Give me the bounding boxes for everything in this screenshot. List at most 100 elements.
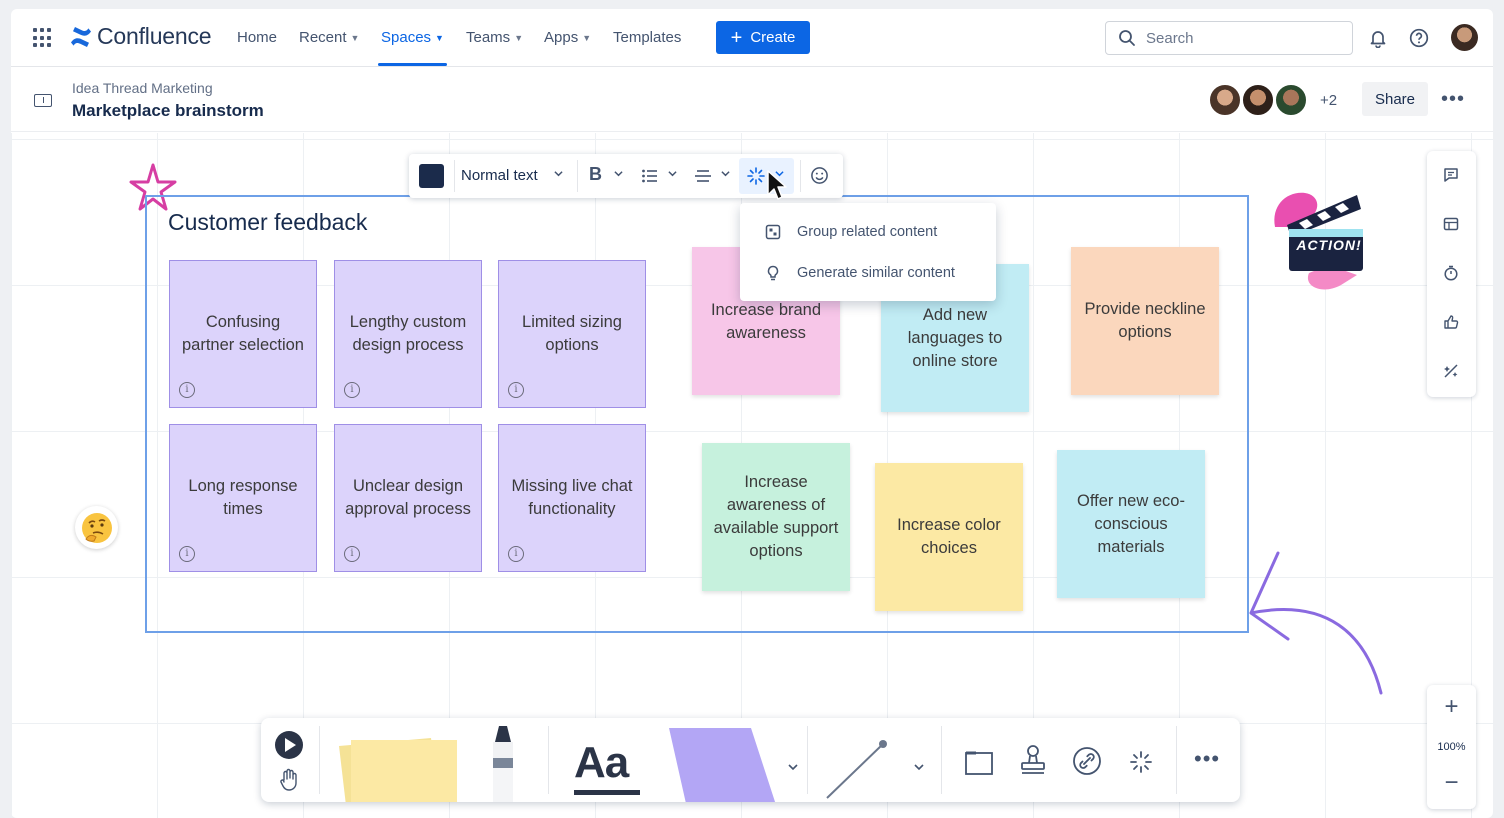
nav-label: Spaces [381, 29, 432, 46]
sticky-note[interactable]: Unclear design approval process i [334, 424, 482, 572]
timer-icon[interactable] [1441, 263, 1461, 283]
text-tool-underline [574, 790, 640, 795]
confluence-logo-icon [71, 26, 91, 47]
thinking-emoji-icon[interactable] [75, 506, 118, 549]
toolbar-divider [319, 726, 320, 794]
chevron-down-icon[interactable] [721, 169, 730, 178]
ai-actions-menu: Group related content Generate similar c… [740, 203, 996, 301]
profile-avatar[interactable] [1451, 24, 1478, 51]
zoom-level[interactable]: 100% [1427, 741, 1476, 753]
hand-pan-icon[interactable] [278, 768, 300, 792]
vote-icon[interactable] [1441, 312, 1461, 332]
chevron-down-icon: ▼ [514, 32, 524, 43]
share-button[interactable]: Share [1362, 82, 1428, 116]
nav-recent[interactable]: Recent ▼ [299, 29, 359, 46]
confluence-logo[interactable]: Confluence [69, 23, 212, 50]
top-navigation: Confluence Home Recent ▼ Spaces ▼ Teams ▼ A… [11, 9, 1493, 67]
create-button[interactable]: + Create [716, 21, 810, 54]
info-icon[interactable]: i [179, 546, 195, 562]
comment-icon[interactable] [1441, 165, 1461, 185]
sticky-text: Provide neckline options [1084, 300, 1206, 341]
search-placeholder: Search [1146, 29, 1194, 47]
collaborator-avatar[interactable] [1240, 82, 1276, 118]
info-icon[interactable]: i [508, 546, 524, 562]
nav-templates[interactable]: Templates [613, 29, 681, 46]
arrow-drawing-icon[interactable] [1226, 543, 1396, 703]
info-icon[interactable]: i [179, 382, 195, 398]
breadcrumb-space[interactable]: Idea Thread Marketing [72, 80, 213, 96]
more-tools-icon[interactable]: ••• [1194, 746, 1220, 772]
collaborator-count[interactable]: +2 [1320, 92, 1337, 109]
ai-tool-icon[interactable] [1441, 361, 1461, 381]
connector-line-tool-icon[interactable] [817, 734, 893, 802]
collaborator-avatar[interactable] [1273, 82, 1309, 118]
frame-tool-icon[interactable] [964, 748, 994, 776]
lightbulb-icon [767, 265, 779, 281]
sticky-note[interactable]: Provide neckline options [1071, 247, 1219, 395]
sidebar-toggle-icon[interactable] [34, 94, 52, 107]
app-switcher-icon[interactable] [33, 28, 53, 48]
collaborator-avatar[interactable] [1207, 82, 1243, 118]
color-swatch-button[interactable] [419, 164, 444, 188]
chevron-down-icon[interactable] [787, 762, 799, 772]
bold-button[interactable]: B [589, 164, 602, 185]
zoom-control: + 100% − [1427, 685, 1476, 809]
menu-item-label: Generate similar content [797, 265, 955, 281]
chevron-down-icon: ▼ [435, 32, 444, 43]
select-pointer-icon[interactable] [274, 730, 304, 760]
strikethrough-icon[interactable] [694, 167, 712, 185]
ai-sparkle-icon[interactable] [1129, 750, 1153, 774]
sticky-note[interactable]: Missing live chat functionality i [498, 424, 646, 572]
bullet-list-icon[interactable] [641, 167, 659, 185]
sticky-note[interactable]: Long response times i [169, 424, 317, 572]
bottom-toolbar: Aa ••• [261, 718, 1240, 802]
section-title[interactable]: Customer feedback [168, 209, 367, 236]
ai-sparkle-icon[interactable] [747, 167, 765, 185]
sticky-note-tool-icon[interactable] [331, 724, 471, 802]
sticky-note[interactable]: Confusing partner selection i [169, 260, 317, 408]
marker-pen-tool-icon[interactable] [483, 722, 523, 802]
text-style-label: Normal text [461, 167, 538, 184]
zoom-out-button[interactable]: − [1427, 769, 1476, 797]
menu-item-generate-similar[interactable]: Generate similar content [740, 253, 996, 293]
info-icon[interactable]: i [508, 382, 524, 398]
sticky-note[interactable]: Offer new eco-conscious materials [1057, 450, 1205, 598]
active-nav-indicator [378, 63, 447, 66]
sticky-note[interactable]: Increase awareness of available support … [702, 443, 850, 591]
whiteboard-canvas[interactable]: Customer feedback Confusing partner sele… [11, 133, 1493, 818]
table-icon[interactable] [1441, 214, 1461, 234]
sticky-note[interactable]: Increase color choices [875, 463, 1023, 611]
stamp-tool-icon[interactable] [1019, 744, 1047, 776]
more-options-icon[interactable]: ••• [1441, 88, 1465, 111]
search-icon [1119, 30, 1135, 46]
nav-home[interactable]: Home [237, 29, 277, 46]
zoom-in-button[interactable]: + [1427, 693, 1476, 721]
clapperboard-sticker-icon[interactable] [1269, 177, 1371, 293]
sticky-text: Increase brand awareness [710, 301, 822, 342]
sticky-note[interactable]: Limited sizing options i [498, 260, 646, 408]
text-style-dropdown[interactable]: Normal text [461, 167, 538, 184]
shape-tool-icon[interactable] [665, 728, 785, 802]
toolbar-divider [548, 726, 549, 794]
chevron-down-icon: ▼ [350, 32, 360, 43]
text-tool-button[interactable]: Aa [574, 738, 629, 788]
emoji-icon[interactable] [810, 166, 829, 185]
chevron-down-icon[interactable] [614, 169, 623, 178]
sticky-text: Lengthy custom design process [349, 313, 467, 354]
search-input[interactable]: Search [1105, 21, 1353, 55]
chevron-down-icon[interactable] [913, 762, 925, 772]
info-icon[interactable]: i [344, 546, 360, 562]
info-icon[interactable]: i [344, 382, 360, 398]
chevron-down-icon[interactable] [668, 169, 677, 178]
chevron-down-icon[interactable] [554, 169, 563, 178]
nav-apps[interactable]: Apps ▼ [544, 29, 591, 46]
nav-spaces[interactable]: Spaces ▼ [381, 29, 444, 46]
chevron-down-icon: ▼ [582, 32, 592, 43]
help-icon[interactable] [1407, 26, 1431, 50]
nav-teams[interactable]: Teams ▼ [466, 29, 523, 46]
menu-item-group-related[interactable]: Group related content [740, 212, 996, 252]
link-tool-icon[interactable] [1072, 746, 1102, 776]
bell-icon[interactable] [1366, 26, 1390, 50]
sticky-text: Increase awareness of available support … [713, 473, 839, 560]
sticky-note[interactable]: Lengthy custom design process i [334, 260, 482, 408]
